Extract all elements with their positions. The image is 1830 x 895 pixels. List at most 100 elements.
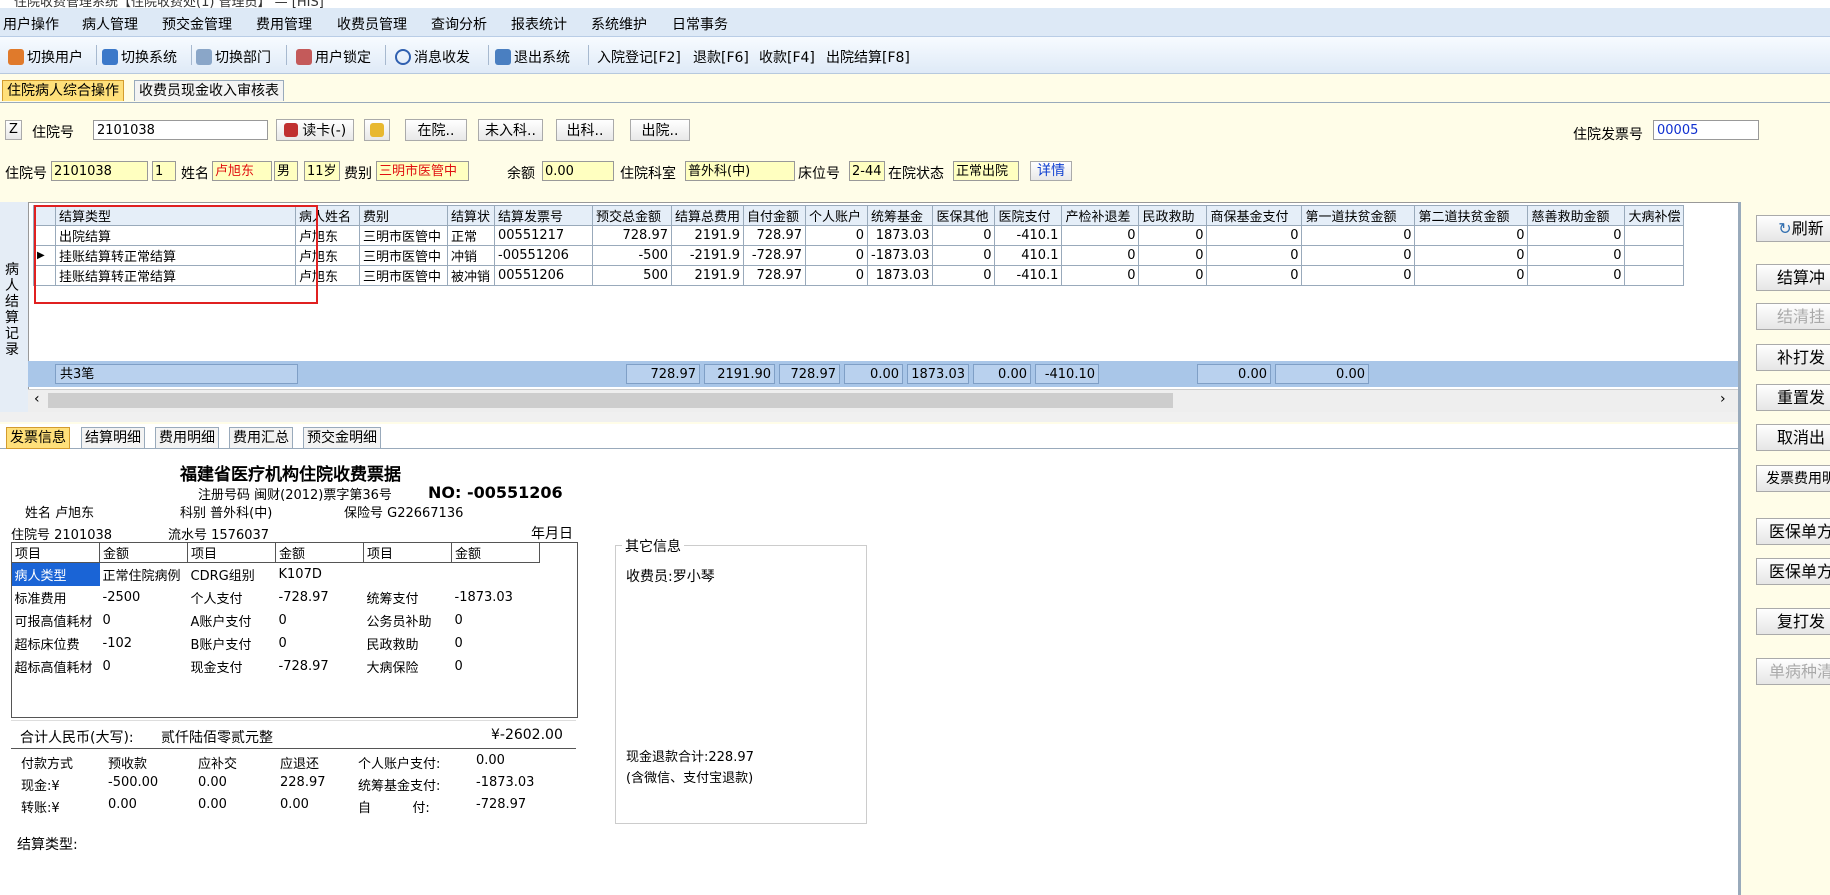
col-header[interactable]: 预交总金额 <box>592 205 672 226</box>
col-header[interactable]: 结算总费用 <box>670 205 745 226</box>
col-header[interactable]: 医院支付 <box>994 205 1063 226</box>
messages-button[interactable]: 消息收发 <box>395 47 470 67</box>
scroll-right-icon[interactable]: › <box>1720 391 1726 407</box>
insurance-slip-button-1[interactable]: 医保单方 <box>1756 518 1830 545</box>
tab-inpatient-ops[interactable]: 住院病人综合操作 <box>2 80 124 101</box>
inv-cell: 0 <box>278 612 287 628</box>
settle-reverse-button[interactable]: 结算冲 <box>1756 264 1830 291</box>
refund-button[interactable]: 退款[F6] <box>693 47 749 67</box>
total-amount: ¥-2602.00 <box>491 727 563 743</box>
invoice-fee-detail-button[interactable]: 发票费用明 <box>1756 465 1830 492</box>
cell-prenatal: 0 <box>1061 225 1140 246</box>
col-header[interactable]: 统筹基金 <box>867 205 934 226</box>
tab-prepay-detail[interactable]: 预交金明细 <box>303 427 381 449</box>
inv-cell: 超标床位费 <box>14 637 80 653</box>
col-header[interactable]: 自付金额 <box>743 205 807 226</box>
col-header[interactable]: 费别 <box>359 205 448 226</box>
table-row[interactable]: 出院结算 卢旭东 三明市医管中 正常 00551217 728.97 2191.… <box>33 225 1685 246</box>
out-dept-button[interactable]: 出科.. <box>556 119 614 141</box>
invoice-patient-name: 姓名 卢旭东 <box>25 506 95 521</box>
col-header[interactable]: 第二道扶贫金额 <box>1414 205 1529 226</box>
col-header[interactable]: 结算类型 <box>55 205 296 226</box>
cell-civil: 0 <box>1138 265 1208 286</box>
patient-age-value: 11岁 <box>304 161 340 181</box>
single-disease-button[interactable]: 单病种清 <box>1756 658 1830 685</box>
total-label: 合计人民币(大写): <box>20 730 134 746</box>
scroll-thumb[interactable] <box>48 393 1173 408</box>
pay-cash: 228.97 <box>280 775 326 790</box>
menu-sys-maint[interactable]: 系统维护 <box>591 14 647 34</box>
cell-patient-name: 卢旭东 <box>295 245 360 266</box>
col-header[interactable]: 结算发票号 <box>494 205 593 226</box>
collect-button[interactable]: 收款[F4] <box>759 47 815 67</box>
table-row[interactable]: 挂账结算转正常结算 卢旭东 三明市医管中 被冲销 00551206 500 21… <box>33 265 1685 286</box>
detail-button[interactable]: 详情 <box>1030 161 1072 181</box>
switch-system-button[interactable]: 切换系统 <box>102 47 177 67</box>
clear-hold-button[interactable]: 结清挂 <box>1756 303 1830 330</box>
tab-fee-summary[interactable]: 费用汇总 <box>229 427 293 449</box>
tab-invoice-info[interactable]: 发票信息 <box>6 427 70 449</box>
menu-patient-mgmt[interactable]: 病人管理 <box>82 14 138 34</box>
refresh-icon: ↻ <box>1778 219 1792 238</box>
refresh-button[interactable]: ↻刷新 <box>1756 215 1830 242</box>
menu-reports[interactable]: 报表统计 <box>511 14 567 34</box>
tab-fee-detail[interactable]: 费用明细 <box>155 427 219 449</box>
not-admitted-button[interactable]: 未入科.. <box>478 119 543 141</box>
horizontal-scrollbar[interactable]: ‹ › <box>28 389 1738 412</box>
pay-head: 付款方式 <box>21 757 74 772</box>
col-header[interactable]: 民政救助 <box>1138 205 1208 226</box>
inv-cell: 民政救助 <box>366 637 419 653</box>
switch-dept-button[interactable]: 切换部门 <box>196 47 271 67</box>
discharged-button[interactable]: 出院.. <box>630 119 690 141</box>
admission-register-button[interactable]: 入院登记[F2] <box>597 47 681 67</box>
col-header[interactable]: 结算状 <box>447 205 495 226</box>
summary-total: 2191.90 <box>704 364 775 384</box>
inv-head-amount: 金额 <box>451 542 540 563</box>
vertical-tab-settlement-records[interactable]: 病人结算记录 <box>0 202 29 412</box>
patient-seq-value: 1 <box>152 161 176 181</box>
switch-user-button[interactable]: 切换用户 <box>8 47 83 67</box>
menu-fee-mgmt[interactable]: 费用管理 <box>256 14 312 34</box>
in-hospital-button[interactable]: 在院.. <box>405 119 467 141</box>
menu-daily-tasks[interactable]: 日常事务 <box>672 14 728 34</box>
col-header[interactable]: 病人姓名 <box>295 205 360 226</box>
col-header[interactable]: 个人账户 <box>805 205 869 226</box>
detail-tabs: 发票信息 结算明细 费用明细 费用汇总 预交金明细 <box>0 424 1738 449</box>
col-header[interactable]: 第一道扶贫金额 <box>1301 205 1416 226</box>
pay-cash: -500.00 <box>108 775 159 790</box>
clear-button[interactable] <box>364 119 390 141</box>
reprint-invoice-button[interactable]: 补打发 <box>1756 344 1830 371</box>
inv-head-item: 项目 <box>363 542 452 563</box>
reprint-button[interactable]: 复打发 <box>1756 608 1830 635</box>
table-row[interactable]: ▶ 挂账结算转正常结算 卢旭东 三明市医管中 冲销 -00551206 -500… <box>33 245 1685 266</box>
cancel-discharge-button[interactable]: 取消出 <box>1756 424 1830 451</box>
invoice-no-input[interactable]: 00005 <box>1653 120 1759 140</box>
scroll-left-icon[interactable]: ‹ <box>34 391 40 407</box>
menu-user-ops[interactable]: 用户操作 <box>3 14 59 34</box>
inv-cell[interactable]: 病人类型 <box>11 562 100 586</box>
admission-no-input[interactable]: 2101038 <box>93 120 268 140</box>
summary-hospital: -410.10 <box>1035 364 1099 384</box>
menu-prepay-mgmt[interactable]: 预交金管理 <box>162 14 232 34</box>
menu-query-analysis[interactable]: 查询分析 <box>431 14 487 34</box>
cell-fund: 1873.03 <box>867 225 934 246</box>
inv-cell: 现金支付 <box>190 660 243 676</box>
tab-cash-audit[interactable]: 收费员现金收入审核表 <box>134 80 284 101</box>
insurance-slip-button-2[interactable]: 医保单方 <box>1756 558 1830 585</box>
exit-system-button[interactable]: 退出系统 <box>495 47 570 67</box>
col-header[interactable]: 产检补退差 <box>1061 205 1140 226</box>
splitter[interactable] <box>0 412 1738 422</box>
read-card-button[interactable]: 读卡(-) <box>276 119 354 141</box>
col-header[interactable]: 慈善救助金额 <box>1527 205 1626 226</box>
tab-settle-detail[interactable]: 结算明细 <box>81 427 145 449</box>
col-header[interactable]: 大病补偿 <box>1624 205 1685 226</box>
reset-invoice-button[interactable]: 重置发 <box>1756 384 1830 411</box>
discharge-settle-button[interactable]: 出院结算[F8] <box>826 47 910 67</box>
col-header[interactable]: 医保其他 <box>932 205 996 226</box>
z-button[interactable]: Z <box>5 120 22 140</box>
summary-prepay: 728.97 <box>626 364 700 384</box>
user-lock-button[interactable]: 用户锁定 <box>296 47 371 67</box>
col-header[interactable]: 商保基金支付 <box>1206 205 1303 226</box>
menu-cashier-mgmt[interactable]: 收费员管理 <box>337 14 407 34</box>
status-value: 正常出院 <box>953 161 1019 181</box>
